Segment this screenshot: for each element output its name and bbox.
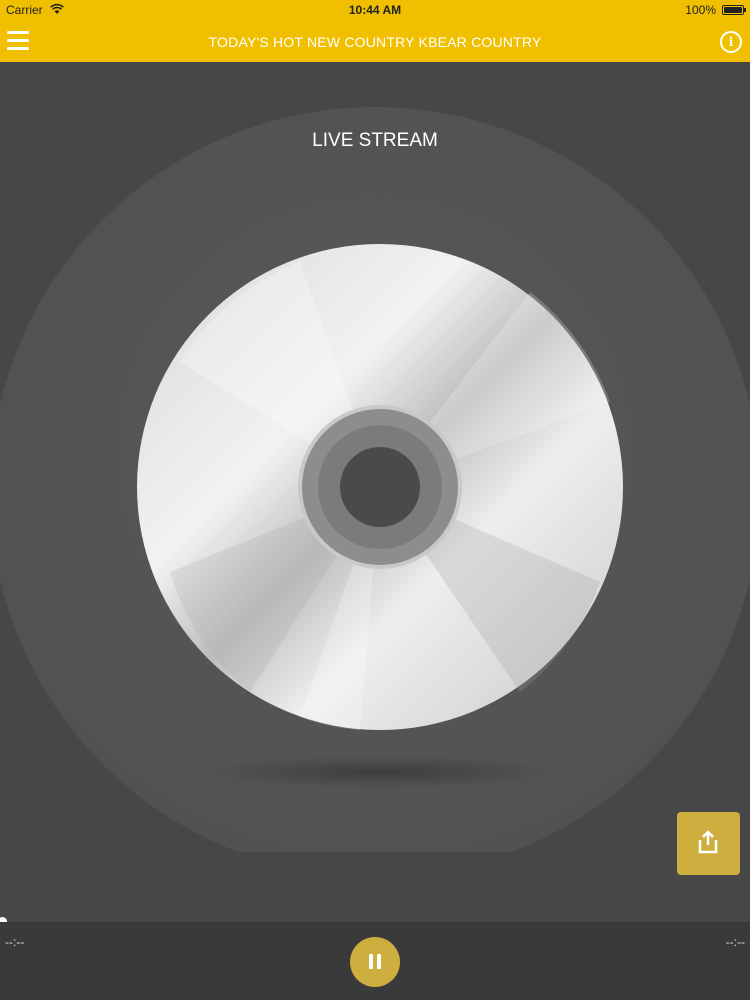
status-time: 10:44 AM — [348, 3, 402, 17]
disc-artwork — [0, 107, 750, 852]
pause-button[interactable] — [350, 937, 400, 987]
pause-icon — [377, 954, 381, 969]
info-icon[interactable]: i — [720, 31, 742, 53]
elapsed-time: --:-- — [5, 935, 25, 949]
station-title: TODAY'S HOT NEW COUNTRY KBEAR COUNTRY — [208, 34, 542, 50]
share-icon — [698, 830, 718, 854]
nav-bar: TODAY'S HOT NEW COUNTRY KBEAR COUNTRY i — [0, 20, 750, 62]
main-view: LIVE STREAM — [0, 62, 750, 922]
live-stream-label: LIVE STREAM — [312, 130, 438, 151]
status-bar: Carrier 10:44 AM 100% — [0, 0, 750, 20]
player-bar: --:-- --:-- — [0, 922, 750, 1000]
share-button[interactable] — [677, 812, 740, 875]
battery-percent: 100% — [685, 3, 716, 17]
battery-icon — [722, 5, 746, 15]
pause-icon — [369, 954, 373, 969]
remaining-time: --:-- — [725, 935, 745, 949]
